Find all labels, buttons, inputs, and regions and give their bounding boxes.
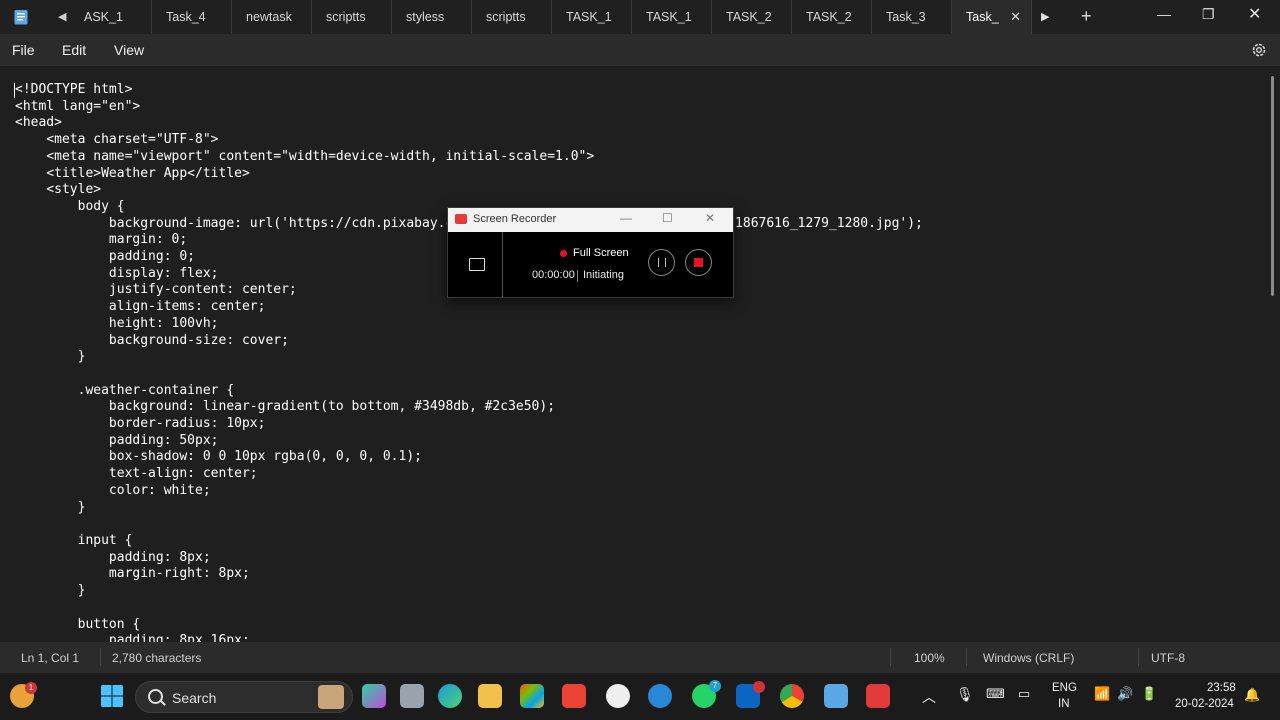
text-cursor — [14, 83, 15, 98]
tab-strip: ASK_1 Task_4 newtask scriptts styless scriptt… — [70, 0, 1032, 34]
active-tab-label: Task_ — [966, 10, 999, 24]
search-icon — [148, 689, 163, 704]
pause-icon — [658, 258, 666, 267]
tab-task_1[interactable]: TASK_1 — [552, 0, 632, 34]
cursor-position: Ln 1, Col 1 — [21, 651, 80, 665]
recorder-close-icon[interactable]: ✕ — [705, 211, 715, 225]
tab-task_2[interactable]: TASK_2 — [792, 0, 872, 34]
tab-scriptts[interactable]: scriptts — [472, 0, 552, 34]
battery-icon[interactable]: 🔋 — [1141, 686, 1157, 702]
recording-status: Initiating — [583, 269, 624, 281]
tab-task_1[interactable]: TASK_1 — [632, 0, 712, 34]
microsoft-store-icon[interactable] — [520, 684, 544, 708]
recorder-camera-icon — [455, 214, 467, 224]
copilot-icon[interactable] — [362, 684, 386, 708]
screen-recorder-taskbar-icon[interactable] — [866, 684, 890, 708]
chrome-icon[interactable] — [780, 684, 804, 708]
text-editor[interactable]: <!DOCTYPE html> <html lang="en"> <head> … — [0, 66, 1280, 642]
tab-scroll-left-icon[interactable]: ◀ — [58, 10, 66, 23]
tab-scriptts[interactable]: scriptts — [312, 0, 392, 34]
recorder-title-bar: Screen Recorder — ☐ ✕ — [448, 208, 733, 232]
recorder-separator — [577, 270, 578, 282]
folder-icon[interactable] — [469, 258, 485, 271]
microphone-icon[interactable]: 🎙 — [956, 686, 974, 703]
display-icon[interactable]: ▭ — [1018, 686, 1030, 702]
zoom-level[interactable]: 100% — [914, 651, 945, 665]
recorder-title: Screen Recorder — [473, 213, 557, 225]
stop-icon — [694, 258, 703, 267]
file-explorer-icon[interactable] — [478, 684, 502, 708]
encoding[interactable]: UTF-8 — [1151, 651, 1185, 665]
close-window-icon[interactable]: ✕ — [1248, 4, 1261, 24]
search-highlight-icon — [318, 685, 344, 709]
recorder-maximize-icon[interactable]: ☐ — [662, 211, 673, 225]
pause-button[interactable] — [648, 249, 675, 276]
notification-bell-icon[interactable]: 🔔 — [1244, 687, 1260, 703]
recording-dot-icon — [560, 250, 567, 257]
tab-ask_1[interactable]: ASK_1 — [70, 0, 152, 34]
github-icon[interactable] — [606, 684, 630, 708]
notepad-taskbar-icon[interactable] — [824, 684, 848, 708]
recorder-divider — [502, 232, 503, 297]
weather-badge: 1 — [25, 682, 37, 694]
capture-mode[interactable]: Full Screen — [573, 247, 629, 259]
close-tab-icon[interactable]: ✕ — [1010, 0, 1021, 34]
menu-bar: File Edit View — [0, 34, 1280, 66]
notepad-icon — [14, 10, 28, 25]
task-view-icon[interactable] — [400, 684, 424, 708]
recorder-minimize-icon[interactable]: — — [620, 211, 632, 225]
menu-edit[interactable]: Edit — [62, 42, 86, 58]
tab-active[interactable]: Task_ ✕ — [952, 0, 1032, 34]
gmail-icon[interactable] — [562, 684, 586, 708]
taskbar: 1 Search 7 ︿ 🎙 ⌨ ▭ ENG IN 📶 🔊 🔋 23:58 20… — [0, 672, 1280, 720]
menu-file[interactable]: File — [12, 42, 35, 58]
status-divider — [1138, 648, 1139, 666]
tab-task_3[interactable]: Task_3 — [872, 0, 952, 34]
wifi-icon[interactable]: 📶 — [1094, 686, 1110, 702]
tab-newtask[interactable]: newtask — [232, 0, 312, 34]
language-indicator[interactable]: ENG — [1052, 682, 1077, 694]
line-ending[interactable]: Windows (CRLF) — [983, 651, 1074, 665]
character-count: 2,780 characters — [112, 651, 202, 665]
tab-task_2[interactable]: TASK_2 — [712, 0, 792, 34]
menu-view[interactable]: View — [114, 42, 144, 58]
volume-icon[interactable]: 🔊 — [1117, 686, 1133, 702]
status-divider — [966, 648, 967, 666]
stop-button[interactable] — [685, 249, 712, 276]
status-bar: Ln 1, Col 1 2,780 characters 100% Window… — [0, 642, 1280, 672]
tab-styless[interactable]: styless — [392, 0, 472, 34]
title-bar: ◀ ASK_1 Task_4 newtask scriptts styless scrip… — [0, 0, 1280, 34]
restore-icon[interactable]: ❐ — [1202, 6, 1215, 23]
show-hidden-icons-icon[interactable]: ︿ — [922, 687, 936, 707]
minimize-icon[interactable]: — — [1157, 6, 1171, 22]
language-region[interactable]: IN — [1058, 698, 1070, 710]
windows-start-icon[interactable] — [100, 684, 124, 708]
help-icon[interactable] — [648, 684, 672, 708]
linkedin-badge-icon — [753, 681, 765, 693]
vertical-scrollbar[interactable] — [1271, 76, 1274, 296]
status-divider — [890, 648, 891, 666]
edge-icon[interactable] — [438, 684, 462, 708]
recording-time: 00:00:00 — [532, 269, 575, 281]
clock-time[interactable]: 23:58 — [1207, 682, 1236, 694]
search-label: Search — [172, 690, 217, 706]
status-divider — [100, 648, 101, 666]
keyboard-icon[interactable]: ⌨ — [986, 686, 1005, 702]
clock-date[interactable]: 20-02-2024 — [1175, 698, 1234, 710]
screen-recorder-window: Screen Recorder — ☐ ✕ Full Screen 00:00:… — [447, 207, 734, 298]
gear-icon[interactable] — [1250, 41, 1268, 59]
tab-task_4[interactable]: Task_4 — [152, 0, 232, 34]
code-content[interactable]: <!DOCTYPE html> <html lang="en"> <head> … — [15, 82, 923, 642]
new-tab-plus-icon[interactable]: + — [1081, 6, 1092, 27]
taskbar-search[interactable]: Search — [135, 681, 353, 713]
tab-scroll-right-icon[interactable]: ▶ — [1041, 10, 1049, 23]
recorder-body: Full Screen 00:00:00 Initiating — [448, 232, 733, 297]
whatsapp-badge: 7 — [709, 680, 721, 692]
